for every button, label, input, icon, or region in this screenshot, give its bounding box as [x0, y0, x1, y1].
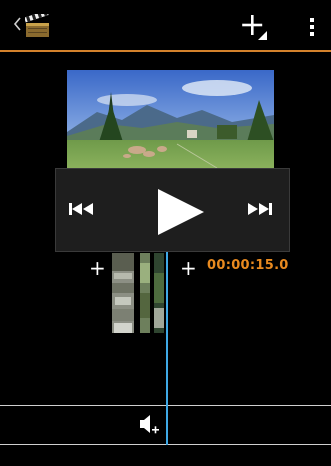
speaker-add-icon [140, 415, 159, 434]
clapperboard-icon [24, 10, 49, 37]
playhead[interactable] [166, 252, 168, 445]
chevron-left-icon [13, 17, 21, 31]
timeline-clip[interactable] [112, 253, 164, 333]
add-clip-before-button[interactable]: + [89, 258, 106, 278]
skip-next-icon [248, 203, 272, 215]
timecode-display: 00:00:15.0 [207, 258, 289, 273]
app-logo[interactable] [24, 10, 51, 38]
add-audio-button[interactable] [136, 412, 162, 438]
play-button[interactable] [154, 187, 206, 241]
add-media-icon [242, 15, 267, 40]
action-bar-divider [0, 50, 331, 52]
add-media-button[interactable] [240, 12, 272, 42]
skip-previous-button[interactable] [67, 201, 95, 221]
back-button[interactable] [13, 16, 21, 36]
play-icon [158, 189, 204, 235]
overflow-menu-icon [310, 18, 314, 36]
skip-next-button[interactable] [246, 201, 274, 221]
video-preview[interactable] [67, 70, 274, 168]
clip-thumbnail-strip [112, 253, 164, 333]
overflow-menu-button[interactable] [306, 14, 318, 40]
playback-controls [55, 168, 290, 252]
add-clip-after-button[interactable]: + [180, 258, 197, 278]
landscape-preview-image [67, 70, 274, 168]
skip-previous-icon [69, 203, 93, 215]
